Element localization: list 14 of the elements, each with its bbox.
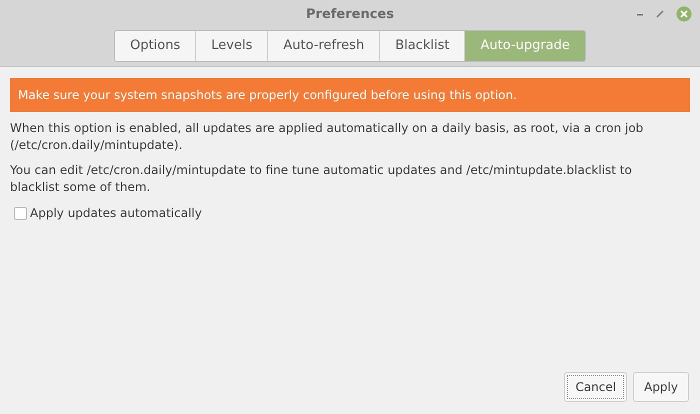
dialog-button[interactable]: Cancel [564,372,628,402]
checkbox-label: Apply updates automatically [30,205,202,222]
close-icon[interactable] [676,6,692,22]
tab[interactable]: Levels [195,30,268,60]
description-text: You can edit /etc/cron.daily/mintupdate to fine tune automatic updates and /etc/mintupdate.blacklist to blacklist some of them. [10,162,633,196]
warning-banner: Make sure your system snapshots are properly configured before using this option. [10,78,690,112]
tab[interactable]: Options [115,30,196,60]
description-text: When this option is enabled, all updates are applied automatically on a daily basis, as root, via a cron job (/etc/cron.daily/mintupdate). [10,120,644,154]
checkbox[interactable] [14,206,27,220]
tab[interactable]: Blacklist [379,30,464,60]
tab[interactable]: Auto-refresh [267,30,380,60]
dialog-button[interactable]: Apply [633,372,689,402]
restore-icon[interactable] [656,10,664,18]
window-title: Preferences [306,6,394,24]
